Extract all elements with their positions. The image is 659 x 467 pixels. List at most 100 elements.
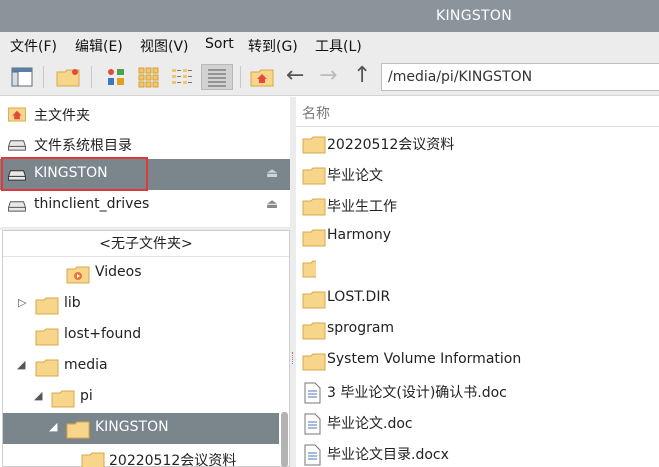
- file-row[interactable]: sprogram: [296, 314, 659, 345]
- tree-node-label: lib: [64, 295, 81, 311]
- menu-file[interactable]: 文件(F): [10, 36, 57, 56]
- folder-icon: [81, 452, 105, 467]
- folder-icon: [35, 328, 59, 346]
- toolbar-separator: [43, 66, 44, 88]
- tree-node-lost-found[interactable]: lost+found: [3, 320, 279, 351]
- file-row[interactable]: Harmony: [296, 221, 659, 252]
- place-label: 主文件夹: [34, 108, 90, 124]
- eject-icon[interactable]: ⏏: [266, 197, 278, 212]
- tree-node-label: pi: [80, 388, 93, 404]
- column-header-label: 名称: [302, 106, 330, 122]
- file-row[interactable]: 3 毕业论文(设计)确认书.doc: [296, 376, 659, 407]
- file-name: 毕业论文目录.docx: [327, 447, 449, 463]
- tree-node-label: Videos: [95, 264, 142, 280]
- place-filesystem-root[interactable]: 文件系统根目录: [0, 129, 290, 160]
- file-row[interactable]: [296, 252, 659, 283]
- folder-icon: [302, 167, 326, 185]
- file-row[interactable]: 毕业生工作: [296, 190, 659, 221]
- tree-node-label: KINGSTON: [95, 419, 169, 435]
- menu-sort[interactable]: Sort: [205, 36, 234, 52]
- tree-node-videos[interactable]: Videos: [3, 258, 279, 289]
- place-thinclient-drives[interactable]: thinclient_drives ⏏: [0, 190, 290, 221]
- video-folder-icon: [66, 266, 90, 284]
- folder-icon: [302, 198, 326, 216]
- place-home[interactable]: 主文件夹: [0, 99, 290, 130]
- file-row[interactable]: 毕业论文.doc: [296, 407, 659, 438]
- home-icon[interactable]: [249, 64, 275, 90]
- menu-view[interactable]: 视图(V): [140, 36, 189, 56]
- new-window-icon[interactable]: [9, 64, 35, 90]
- file-name: 毕业论文: [327, 168, 383, 184]
- back-arrow-icon[interactable]: ←: [286, 62, 304, 90]
- tree-node-kingston[interactable]: ◢ KINGSTON: [3, 413, 279, 444]
- toolbar-separator: [91, 66, 92, 88]
- document-icon: [304, 444, 321, 466]
- tree-node-lib[interactable]: ▷ lib: [3, 289, 279, 320]
- path-bar[interactable]: [381, 63, 659, 91]
- menu-go[interactable]: 转到(G): [248, 36, 298, 56]
- collapse-arrow-icon[interactable]: ◢: [34, 389, 42, 402]
- file-row[interactable]: 毕业论文目录.docx: [296, 438, 659, 467]
- folder-icon: [302, 291, 326, 309]
- redaction-mask: [316, 254, 376, 281]
- icon-view-icon[interactable]: [103, 64, 129, 90]
- document-icon: [304, 382, 321, 404]
- place-label: 文件系统根目录: [34, 138, 132, 154]
- file-manager-window: KINGSTON 文件(F) 编辑(E) 视图(V) Sort 转到(G) 工具…: [0, 0, 659, 467]
- tree-node-20220512[interactable]: 20220512会议资料: [3, 444, 279, 467]
- tree-node-pi[interactable]: ◢ pi: [3, 382, 279, 413]
- place-label: thinclient_drives: [34, 196, 150, 212]
- expand-arrow-icon[interactable]: ▷: [18, 296, 26, 309]
- file-name: 毕业生工作: [327, 199, 397, 215]
- folder-icon: [302, 322, 326, 340]
- folder-icon: [35, 359, 59, 377]
- collapse-arrow-icon[interactable]: ◢: [17, 358, 25, 371]
- folder-icon: [51, 390, 75, 408]
- tree-header: <无子文件夹>: [3, 231, 289, 257]
- menu-edit[interactable]: 编辑(E): [75, 36, 123, 56]
- tree-scrollbar[interactable]: [281, 412, 288, 467]
- directory-tree: <无子文件夹> Videos ▷ lib lost+found ◢ media …: [2, 230, 290, 467]
- file-name: System Volume Information: [327, 351, 522, 367]
- forward-arrow-icon[interactable]: →: [319, 62, 337, 90]
- splitter-grip-icon: [292, 352, 294, 364]
- file-list: 名称 20220512会议资料 毕业论文 毕业生工作 Harmony LOST.…: [296, 97, 659, 467]
- menu-tools[interactable]: 工具(L): [315, 36, 362, 56]
- up-arrow-icon[interactable]: ↑: [353, 62, 371, 90]
- home-icon: [8, 107, 26, 122]
- file-row[interactable]: System Volume Information: [296, 345, 659, 376]
- document-icon: [304, 413, 321, 435]
- folder-icon: [302, 229, 326, 247]
- eject-icon[interactable]: ⏏: [266, 166, 278, 181]
- tree-node-media[interactable]: ◢ media: [3, 351, 279, 382]
- file-name: sprogram: [327, 320, 395, 336]
- tree-node-label: 20220512会议资料: [109, 453, 237, 467]
- thumbnail-view-icon[interactable]: [136, 64, 162, 90]
- folder-icon: [66, 421, 90, 439]
- file-row[interactable]: LOST.DIR: [296, 283, 659, 314]
- title-bar: KINGSTON: [0, 0, 659, 32]
- drive-icon: [8, 140, 26, 151]
- folder-icon: [302, 136, 326, 154]
- file-name: 3 毕业论文(设计)确认书.doc: [327, 385, 507, 401]
- file-row[interactable]: 毕业论文: [296, 159, 659, 190]
- menu-bar: 文件(F) 编辑(E) 视图(V) Sort 转到(G) 工具(L): [0, 32, 659, 58]
- path-input[interactable]: [382, 64, 659, 90]
- tree-node-label: media: [64, 357, 108, 373]
- toolbar-separator: [240, 66, 241, 88]
- tree-node-label: lost+found: [64, 326, 142, 342]
- detailed-list-view-icon[interactable]: [201, 64, 233, 90]
- new-folder-icon[interactable]: [55, 64, 81, 90]
- compact-view-icon[interactable]: [169, 64, 195, 90]
- file-name: 20220512会议资料: [327, 137, 455, 153]
- collapse-arrow-icon[interactable]: ◢: [49, 420, 57, 433]
- folder-icon: [35, 297, 59, 315]
- drive-icon: [8, 201, 26, 212]
- file-name: Harmony: [327, 227, 391, 243]
- column-header-name[interactable]: 名称: [296, 97, 659, 127]
- file-name: LOST.DIR: [327, 289, 391, 305]
- folder-icon: [302, 353, 326, 371]
- file-row[interactable]: 20220512会议资料: [296, 128, 659, 159]
- window-title: KINGSTON: [436, 8, 512, 24]
- file-name: 毕业论文.doc: [327, 416, 413, 432]
